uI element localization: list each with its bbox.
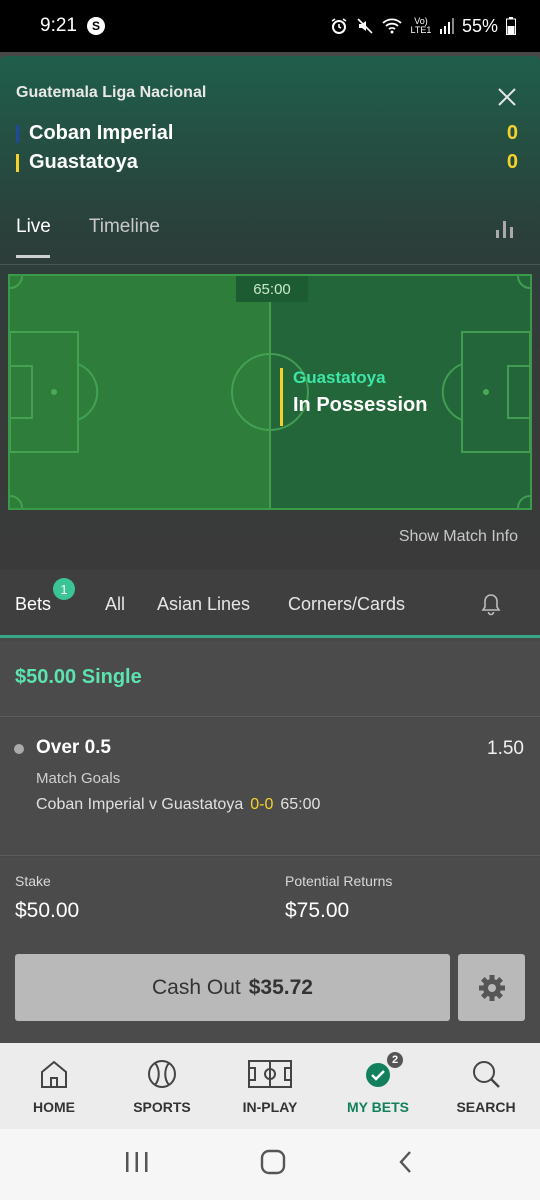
nav-my-bets-label: MY BETS bbox=[347, 1099, 409, 1115]
possession-team: Guastatoya bbox=[293, 368, 386, 387]
tab-corners-cards[interactable]: Corners/Cards bbox=[288, 594, 405, 615]
notifications-button[interactable] bbox=[480, 592, 502, 621]
team-away-color-bar bbox=[16, 153, 19, 172]
returns-value: $75.00 bbox=[285, 899, 350, 922]
possession-indicator: Guastatoya In Possession bbox=[280, 368, 428, 426]
league-name: Guatemala Liga Nacional bbox=[16, 84, 207, 101]
selection-market: Match Goals bbox=[36, 770, 121, 787]
nav-sports[interactable]: SPORTS bbox=[108, 1043, 216, 1129]
event-name: Coban Imperial v Guastatoya bbox=[36, 796, 244, 813]
alarm-icon bbox=[330, 17, 348, 35]
tabs-divider bbox=[0, 264, 540, 265]
team-home-color-bar bbox=[16, 124, 19, 143]
home-icon bbox=[38, 1057, 70, 1091]
match-clock: 65:00 bbox=[236, 276, 308, 302]
system-nav-bar bbox=[0, 1129, 540, 1200]
pitch-lines bbox=[10, 276, 530, 508]
network-label: Vo) LTE1 bbox=[410, 16, 432, 35]
team-away: Guastatoya bbox=[16, 151, 138, 174]
search-icon bbox=[470, 1057, 502, 1091]
battery-percent: 55% bbox=[461, 15, 498, 36]
nav-home-label: HOME bbox=[33, 1099, 75, 1115]
back-icon bbox=[399, 1151, 411, 1173]
cash-out-value: $35.72 bbox=[248, 975, 313, 999]
nav-in-play[interactable]: IN-PLAY bbox=[216, 1043, 324, 1129]
status-right: Vo) LTE1 55% bbox=[330, 16, 516, 37]
close-icon bbox=[498, 88, 516, 106]
selection-event: Coban Imperial v Guastatoya 0-0 65:00 bbox=[36, 796, 320, 814]
nav-my-bets[interactable]: 2 MY BETS bbox=[324, 1043, 432, 1129]
team-home-name: Coban Imperial bbox=[29, 122, 174, 144]
pitch-visualization: 65:00 Guastatoya In Possession bbox=[8, 274, 532, 510]
team-home-score: 0 bbox=[506, 122, 518, 144]
mute-icon bbox=[356, 17, 374, 35]
pitch-icon bbox=[248, 1057, 292, 1091]
recent-apps-button[interactable] bbox=[124, 1150, 150, 1179]
nav-search[interactable]: SEARCH bbox=[432, 1043, 540, 1129]
battery-icon bbox=[506, 17, 516, 35]
show-match-info-link[interactable]: Show Match Info bbox=[399, 528, 518, 546]
team-away-score: 0 bbox=[506, 151, 518, 173]
nav-home[interactable]: HOME bbox=[0, 1043, 108, 1129]
returns-label: Potential Returns bbox=[285, 873, 393, 889]
selection-status-dot bbox=[14, 744, 24, 754]
nav-in-play-label: IN-PLAY bbox=[242, 1099, 298, 1115]
possession-label: In Possession bbox=[293, 394, 428, 416]
stake-label: Stake bbox=[15, 873, 51, 889]
recent-apps-icon bbox=[126, 1152, 148, 1172]
team-home: Coban Imperial bbox=[16, 122, 173, 145]
bet-title-row[interactable]: $50.00 Single bbox=[0, 641, 540, 717]
event-time: 65:00 bbox=[280, 796, 321, 813]
home-circle-icon bbox=[260, 1149, 286, 1175]
stake-area: Stake $50.00 Potential Returns $75.00 Ca… bbox=[0, 857, 540, 1043]
tab-timeline[interactable]: Timeline bbox=[89, 216, 160, 258]
stake-value: $50.00 bbox=[15, 899, 80, 922]
cash-out-button[interactable]: Cash Out $35.72 bbox=[15, 954, 450, 1021]
bottom-nav: HOME SPORTS IN-PLAY 2 MY BETS SEARCH bbox=[0, 1043, 540, 1129]
tab-asian-lines[interactable]: Asian Lines bbox=[157, 594, 250, 615]
home-button[interactable] bbox=[259, 1148, 287, 1181]
match-header: Guatemala Liga Nacional Coban Imperial 0… bbox=[0, 56, 540, 570]
wifi-icon bbox=[382, 17, 402, 35]
match-tabs: Live Timeline bbox=[16, 216, 160, 258]
status-left: 9:21 S bbox=[40, 15, 105, 37]
my-bets-count-badge: 2 bbox=[386, 1051, 404, 1069]
nav-sports-label: SPORTS bbox=[133, 1099, 191, 1115]
tab-bets[interactable]: Bets bbox=[15, 594, 51, 615]
bet-tabs: Bets 1 All Asian Lines Corners/Cards bbox=[0, 570, 540, 638]
signal-icon bbox=[439, 18, 454, 34]
team-away-name: Guastatoya bbox=[29, 151, 138, 173]
selection-name: Over 0.5 bbox=[36, 737, 111, 758]
bet-title: $50.00 Single bbox=[15, 666, 142, 688]
tab-live[interactable]: Live bbox=[16, 216, 51, 258]
stats-icon bbox=[496, 221, 513, 238]
bell-icon bbox=[481, 594, 501, 616]
status-time: 9:21 bbox=[40, 15, 77, 36]
ball-icon bbox=[146, 1057, 178, 1091]
status-bar: 9:21 S Vo) LTE1 55% bbox=[0, 0, 540, 52]
close-button[interactable] bbox=[494, 84, 520, 110]
bet-selection: Over 0.5 1.50 Match Goals Coban Imperial… bbox=[0, 718, 540, 856]
selection-odds: 1.50 bbox=[487, 738, 524, 759]
app-badge-icon: S bbox=[86, 17, 105, 35]
cash-out-settings-button[interactable] bbox=[458, 954, 525, 1021]
event-score: 0-0 bbox=[250, 796, 274, 813]
nav-search-label: SEARCH bbox=[456, 1099, 516, 1115]
stats-button[interactable] bbox=[494, 218, 516, 245]
cash-out-label: Cash Out bbox=[152, 975, 241, 999]
back-button[interactable] bbox=[396, 1149, 416, 1180]
tab-all[interactable]: All bbox=[105, 594, 125, 615]
gear-icon bbox=[478, 974, 505, 1001]
bets-count-badge: 1 bbox=[53, 578, 75, 600]
